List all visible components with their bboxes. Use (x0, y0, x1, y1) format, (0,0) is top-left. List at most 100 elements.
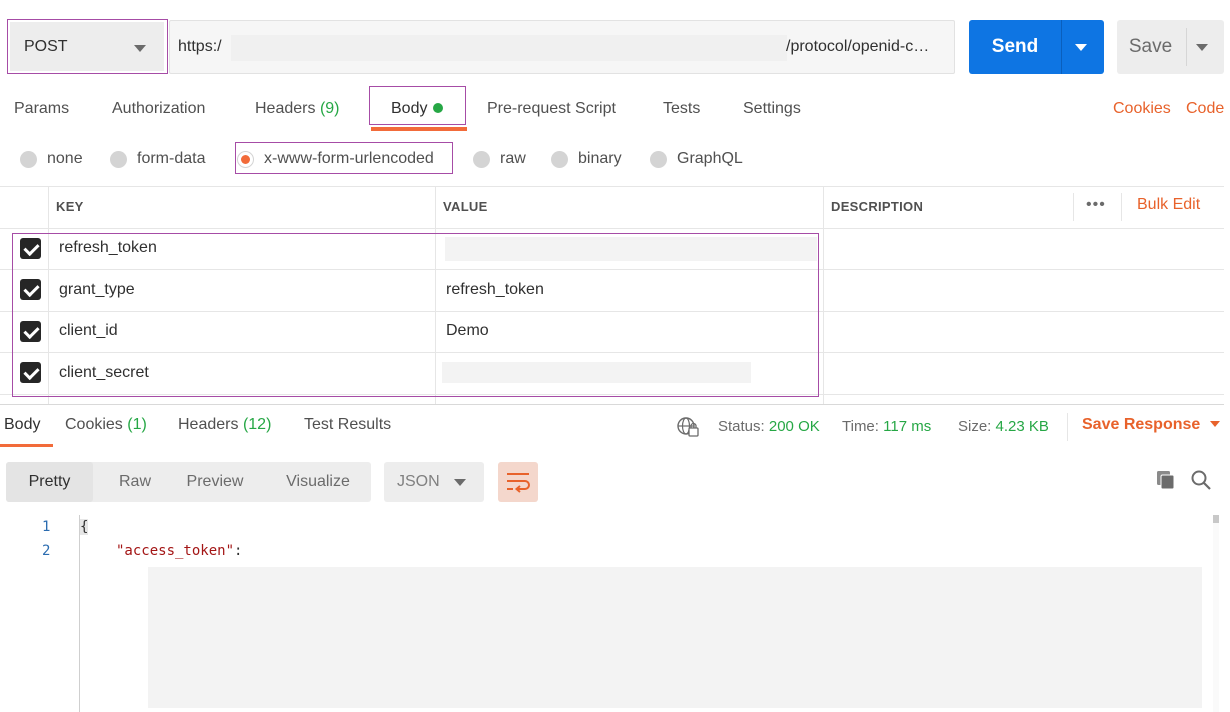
tab-label: Cookies (65, 416, 123, 433)
column-header-value: VALUE (443, 199, 488, 214)
tab-body[interactable]: Body (391, 100, 444, 124)
tab-label: Test Results (304, 416, 392, 433)
send-divider (1061, 20, 1062, 74)
radio-icon (473, 150, 490, 168)
tab-authorization[interactable]: Authorization (112, 100, 205, 124)
column-header-description: DESCRIPTION (831, 199, 924, 214)
pane-divider (0, 404, 1224, 405)
size-label: Size: (958, 418, 992, 435)
response-time: Time: 117 ms (842, 418, 931, 435)
more-options-icon[interactable]: ••• (1086, 196, 1106, 214)
globe-icon[interactable] (677, 417, 699, 437)
tab-label: Headers (255, 100, 316, 117)
divider (1067, 413, 1068, 441)
radio-raw[interactable]: raw (473, 148, 526, 170)
method-select[interactable]: POST (10, 22, 164, 71)
tab-label: Body (4, 416, 41, 433)
response-tab-body[interactable]: Body (4, 416, 40, 434)
send-label: Send (991, 36, 1039, 57)
tab-params[interactable]: Params (14, 100, 69, 124)
radio-icon (20, 150, 37, 168)
column-header-key: KEY (56, 199, 84, 214)
json-open-brace: { (80, 519, 89, 535)
save-button[interactable]: Save (1117, 20, 1224, 74)
radio-label: raw (500, 150, 526, 167)
view-pretty[interactable]: Pretty (6, 462, 93, 502)
time-label: Time: (842, 418, 879, 435)
tab-tests[interactable]: Tests (663, 100, 700, 124)
wrap-lines-button[interactable] (498, 462, 538, 502)
view-visualize[interactable]: Visualize (274, 462, 362, 502)
view-raw[interactable]: Raw (99, 462, 171, 502)
status-value: 200 OK (768, 418, 820, 435)
tab-label: Settings (743, 100, 801, 117)
tab-count: (12) (242, 416, 272, 433)
response-size: Size: 4.23 KB (958, 418, 1049, 435)
json-key: "access_token" (116, 543, 235, 559)
send-options-chevron-icon[interactable] (1075, 44, 1087, 51)
url-redacted (231, 35, 787, 61)
tab-label: Body (391, 100, 428, 117)
scrollbar-thumb[interactable] (1213, 515, 1219, 523)
active-response-tab-indicator (0, 444, 53, 447)
radio-label: none (47, 150, 83, 167)
table-header-border (0, 228, 1224, 229)
gutter-border (79, 515, 80, 712)
scrollbar[interactable] (1213, 515, 1219, 712)
radio-icon (551, 150, 568, 168)
chevron-down-icon (454, 479, 466, 486)
response-tab-headers[interactable]: Headers (12) (178, 416, 271, 434)
radio-label: binary (578, 150, 622, 167)
radio-binary[interactable]: binary (551, 148, 622, 170)
radio-form-data[interactable]: form-data (110, 148, 205, 170)
wrap-icon (507, 473, 530, 493)
radio-label: form-data (137, 150, 206, 167)
format-select[interactable]: JSON (384, 462, 484, 502)
radio-label: GraphQL (677, 150, 743, 167)
send-button[interactable]: Send (969, 20, 1104, 74)
save-options-chevron-icon[interactable] (1196, 44, 1208, 51)
url-prefix: https:/ (178, 38, 222, 55)
radio-x-www-form-urlencoded[interactable]: x-www-form-urlencoded (237, 148, 434, 170)
view-preview[interactable]: Preview (174, 462, 256, 502)
column-divider (1073, 193, 1074, 221)
cookies-link[interactable]: Cookies (1113, 100, 1171, 118)
status-dot-icon (433, 102, 444, 113)
url-suffix: /protocol/openid-c… (786, 38, 930, 55)
tab-label: Pre-request Script (487, 100, 616, 117)
column-divider (823, 187, 824, 404)
chevron-down-icon (1210, 420, 1221, 427)
radio-selected-icon (237, 150, 254, 168)
tab-label: Headers (178, 416, 239, 433)
params-highlight (12, 233, 819, 397)
copy-icon[interactable] (1155, 469, 1177, 491)
code-link[interactable]: Code (1186, 100, 1224, 118)
tab-label: Authorization (112, 100, 206, 117)
method-selector-highlight: POST (7, 19, 168, 74)
column-divider (1121, 193, 1122, 221)
tab-label: Params (14, 100, 70, 117)
format-label: JSON (397, 473, 440, 490)
size-value: 4.23 KB (995, 418, 1049, 435)
json-colon: : (234, 543, 243, 559)
save-divider (1186, 28, 1187, 66)
status-label: Status: (718, 418, 765, 435)
save-response-button[interactable]: Save Response (1082, 416, 1221, 434)
response-tab-test-results[interactable]: Test Results (304, 416, 391, 434)
response-status: Status: 200 OK (718, 418, 820, 435)
search-icon[interactable] (1190, 469, 1212, 491)
radio-icon (650, 150, 667, 168)
bulk-edit-link[interactable]: Bulk Edit (1137, 196, 1200, 214)
radio-none[interactable]: none (20, 148, 83, 170)
tab-headers[interactable]: Headers (9) (255, 100, 340, 124)
radio-graphql[interactable]: GraphQL (650, 148, 743, 170)
url-input[interactable]: https:/ /protocol/openid-c… (169, 20, 955, 74)
json-value-redacted (148, 567, 1202, 708)
radio-icon (110, 150, 127, 168)
save-response-label: Save Response (1082, 416, 1201, 433)
response-tab-cookies[interactable]: Cookies (1) (65, 416, 147, 434)
tab-pre-request-script[interactable]: Pre-request Script (487, 100, 616, 124)
json-line: "access_token": (116, 543, 242, 559)
tab-count: (9) (319, 100, 340, 117)
tab-settings[interactable]: Settings (743, 100, 801, 124)
